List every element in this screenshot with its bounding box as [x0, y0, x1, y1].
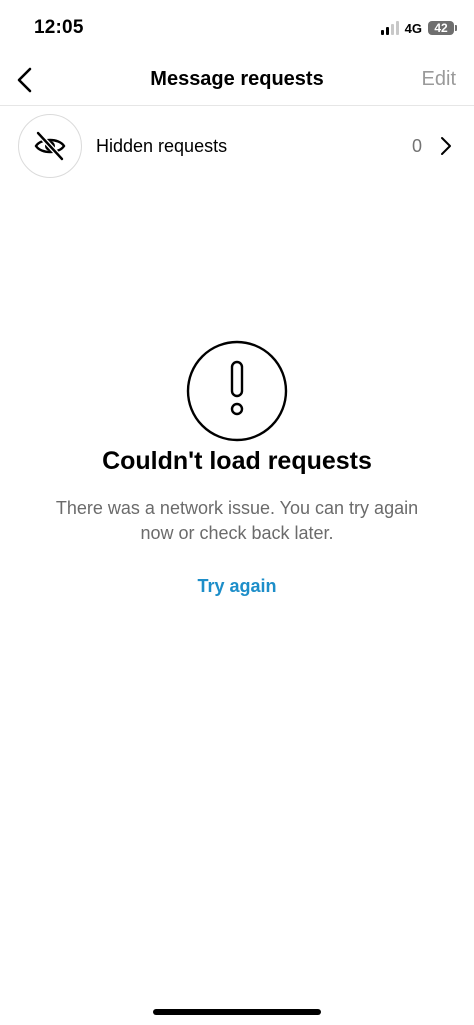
battery-level: 42: [434, 21, 448, 35]
network-type: 4G: [404, 20, 422, 36]
chevron-right-icon: [441, 137, 451, 155]
battery-icon: 42: [428, 21, 457, 35]
hidden-requests-count: 0: [411, 136, 422, 156]
home-indicator[interactable]: [153, 1009, 321, 1015]
hidden-requests-label: Hidden requests: [96, 136, 228, 156]
status-indicators: 4G 42: [380, 19, 457, 37]
page-title: Message requests: [150, 68, 324, 90]
error-message: There was a network issue. You can try a…: [55, 498, 419, 543]
try-again-button[interactable]: Try again: [0, 576, 474, 597]
cellular-signal-icon: [380, 21, 399, 35]
edit-button[interactable]: Edit: [422, 68, 456, 91]
nav-bar: Message requests Edit: [0, 56, 474, 106]
hidden-requests-row[interactable]: Hidden requests 0: [0, 114, 474, 180]
hidden-requests-avatar: [18, 114, 82, 178]
error-title: Couldn't load requests: [102, 447, 372, 475]
status-time: 12:05: [34, 17, 84, 38]
status-bar: 12:05 4G 42: [0, 0, 474, 56]
alert-circle-icon: [186, 340, 288, 442]
eye-slash-icon: [34, 131, 66, 161]
message-requests-screen: 12:05 4G 42 Message requests Edit Hidden…: [0, 0, 474, 1025]
